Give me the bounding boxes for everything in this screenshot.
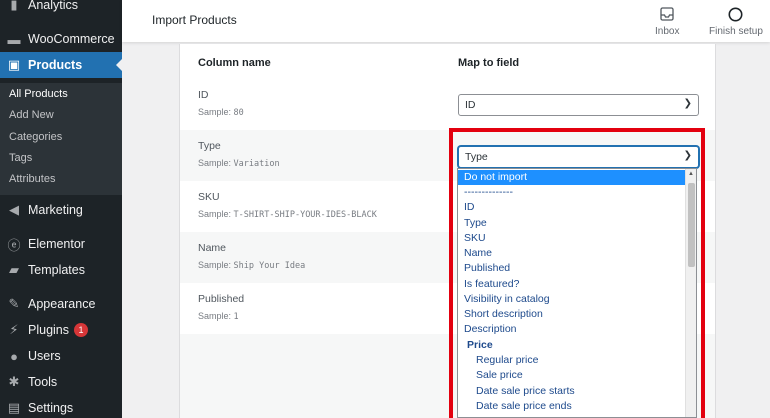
row-sample: Sample: Variation [198,158,280,169]
sample-value: 1 [233,312,239,322]
scroll-up-arrow-icon[interactable]: ▲ [688,171,694,177]
sample-value: T-SHIRT-SHIP-YOUR-IDES-BLACK [233,210,377,220]
dropdown-option[interactable]: Is featured? [458,277,687,292]
sidebar-item-settings[interactable]: ▤ Settings [0,395,122,418]
sidebar-item-plugins[interactable]: ⚡ Plugins 1 [0,317,122,343]
dropdown-option[interactable]: Sale price [458,368,687,383]
dropdown-option[interactable]: Published [458,261,687,276]
map-field-dropdown-list[interactable]: Do not import -------------- ID Type SKU… [457,168,697,418]
sidebar-item-users[interactable]: ● Users [0,343,122,369]
sidebar-item-label: Plugins [28,323,69,337]
chevron-down-icon: ❯ [683,98,692,109]
select-value: Type [465,151,488,163]
submenu-tags[interactable]: Tags [9,152,32,164]
sidebar-item-label: Products [28,58,83,72]
bar-chart-icon: ▮ [10,0,18,12]
sample-prefix: Sample: [198,158,232,168]
dropdown-option[interactable]: Type [458,216,687,231]
brush-icon: ✎ [8,296,20,311]
sidebar-item-tools[interactable]: ✱ Tools [0,369,122,395]
dropdown-option[interactable]: Name [458,246,687,261]
dropdown-option[interactable]: ID [458,200,687,215]
row-sample: Sample: 1 [198,311,239,322]
sidebar-item-label: Elementor [28,237,85,251]
dropdown-option[interactable]: Date sale price ends [458,399,687,414]
sample-prefix: Sample: [198,209,232,219]
row-column-name: SKU [198,191,220,203]
plugins-update-badge: 1 [74,323,88,337]
column-name-heading: Column name [198,57,271,69]
sidebar-item-elementor[interactable]: ⓔ Elementor [0,231,122,257]
map-to-field-heading: Map to field [458,57,520,69]
archive-icon: ▣ [7,57,21,72]
sidebar-item-marketing[interactable]: ◀ Marketing [0,197,122,223]
sidebar-item-label: Analytics [28,0,79,12]
dropdown-option[interactable]: Regular price [458,353,687,368]
submenu-attributes[interactable]: Attributes [9,173,55,185]
submenu-categories[interactable]: Categories [9,131,62,143]
sidebar-item-appearance[interactable]: ✎ Appearance [0,291,122,317]
dropdown-option[interactable]: SKU [458,231,687,246]
row-sample: Sample: T-SHIRT-SHIP-YOUR-IDES-BLACK [198,209,377,220]
table-row: ID Sample: 80 ID ❯ [180,79,715,130]
sidebar-item-products[interactable]: ▣ Products [0,52,122,78]
products-submenu: All Products Add New Categories Tags Att… [0,83,122,195]
admin-sidebar: ▮ Analytics ▬ WooCommerce ▣ Products All… [0,0,122,418]
dropdown-option[interactable]: -------------- [458,185,687,200]
sidebar-item-label: Settings [28,401,74,415]
sample-value: 80 [233,108,244,118]
woo-icon: ▬ [7,31,21,47]
row-sample: Sample: Ship Your Idea [198,260,305,271]
submenu-all-products[interactable]: All Products [9,88,68,100]
row-column-name: Type [198,140,221,152]
settings-icon: ▤ [7,400,21,415]
finish-setup-button[interactable]: Finish setup [709,5,763,37]
sidebar-item-label: WooCommerce [28,32,115,46]
progress-circle-icon [728,5,743,23]
submenu-add-new[interactable]: Add New [9,109,54,121]
inbox-label: Inbox [655,26,680,37]
sidebar-item-label: Templates [28,263,85,277]
dropdown-scrollbar[interactable]: ▲ [685,169,696,417]
megaphone-icon: ◀ [9,202,19,217]
sample-prefix: Sample: [198,107,232,117]
folder-icon: ▰ [9,262,19,277]
sample-value: Variation [233,159,280,169]
plug-icon: ⚡ [9,322,19,337]
sidebar-item-label: Marketing [28,203,83,217]
sidebar-item-templates[interactable]: ▰ Templates [0,257,122,283]
page-header: Import Products Inbox Finish setup [122,0,770,42]
sidebar-item-woocommerce[interactable]: ▬ WooCommerce [0,26,122,52]
finish-setup-label: Finish setup [709,26,763,37]
dropdown-option[interactable]: Date sale price starts [458,384,687,399]
sample-prefix: Sample: [198,260,232,270]
elementor-icon: ⓔ [7,237,21,253]
sidebar-item-label: Tools [28,375,58,389]
map-field-select-id[interactable]: ID ❯ [458,94,699,116]
dropdown-optgroup-label: Price [467,339,493,351]
row-column-name: ID [198,89,209,101]
dropdown-option[interactable]: Short description [458,307,687,322]
row-column-name: Name [198,242,227,254]
dropdown-option[interactable]: Do not import [458,170,687,185]
map-field-select-type[interactable]: Type ❯ [458,146,699,168]
wrench-icon: ✱ [8,374,20,389]
dropdown-option[interactable]: Visibility in catalog [458,292,687,307]
scrollbar-thumb[interactable] [688,183,695,267]
sidebar-item-analytics[interactable]: ▮ Analytics [0,0,122,18]
user-icon: ● [10,348,18,364]
inbox-icon [660,5,674,23]
sample-prefix: Sample: [198,311,232,321]
sidebar-item-label: Users [28,349,61,363]
inbox-button[interactable]: Inbox [655,5,679,37]
row-sample: Sample: 80 [198,107,244,118]
row-column-name: Published [198,293,245,305]
chevron-down-icon: ❯ [683,150,692,161]
select-value: ID [465,99,476,111]
dropdown-option[interactable]: Description [458,322,687,337]
sample-value: Ship Your Idea [233,261,306,271]
page-title: Import Products [152,13,237,27]
sidebar-item-label: Appearance [28,297,96,311]
